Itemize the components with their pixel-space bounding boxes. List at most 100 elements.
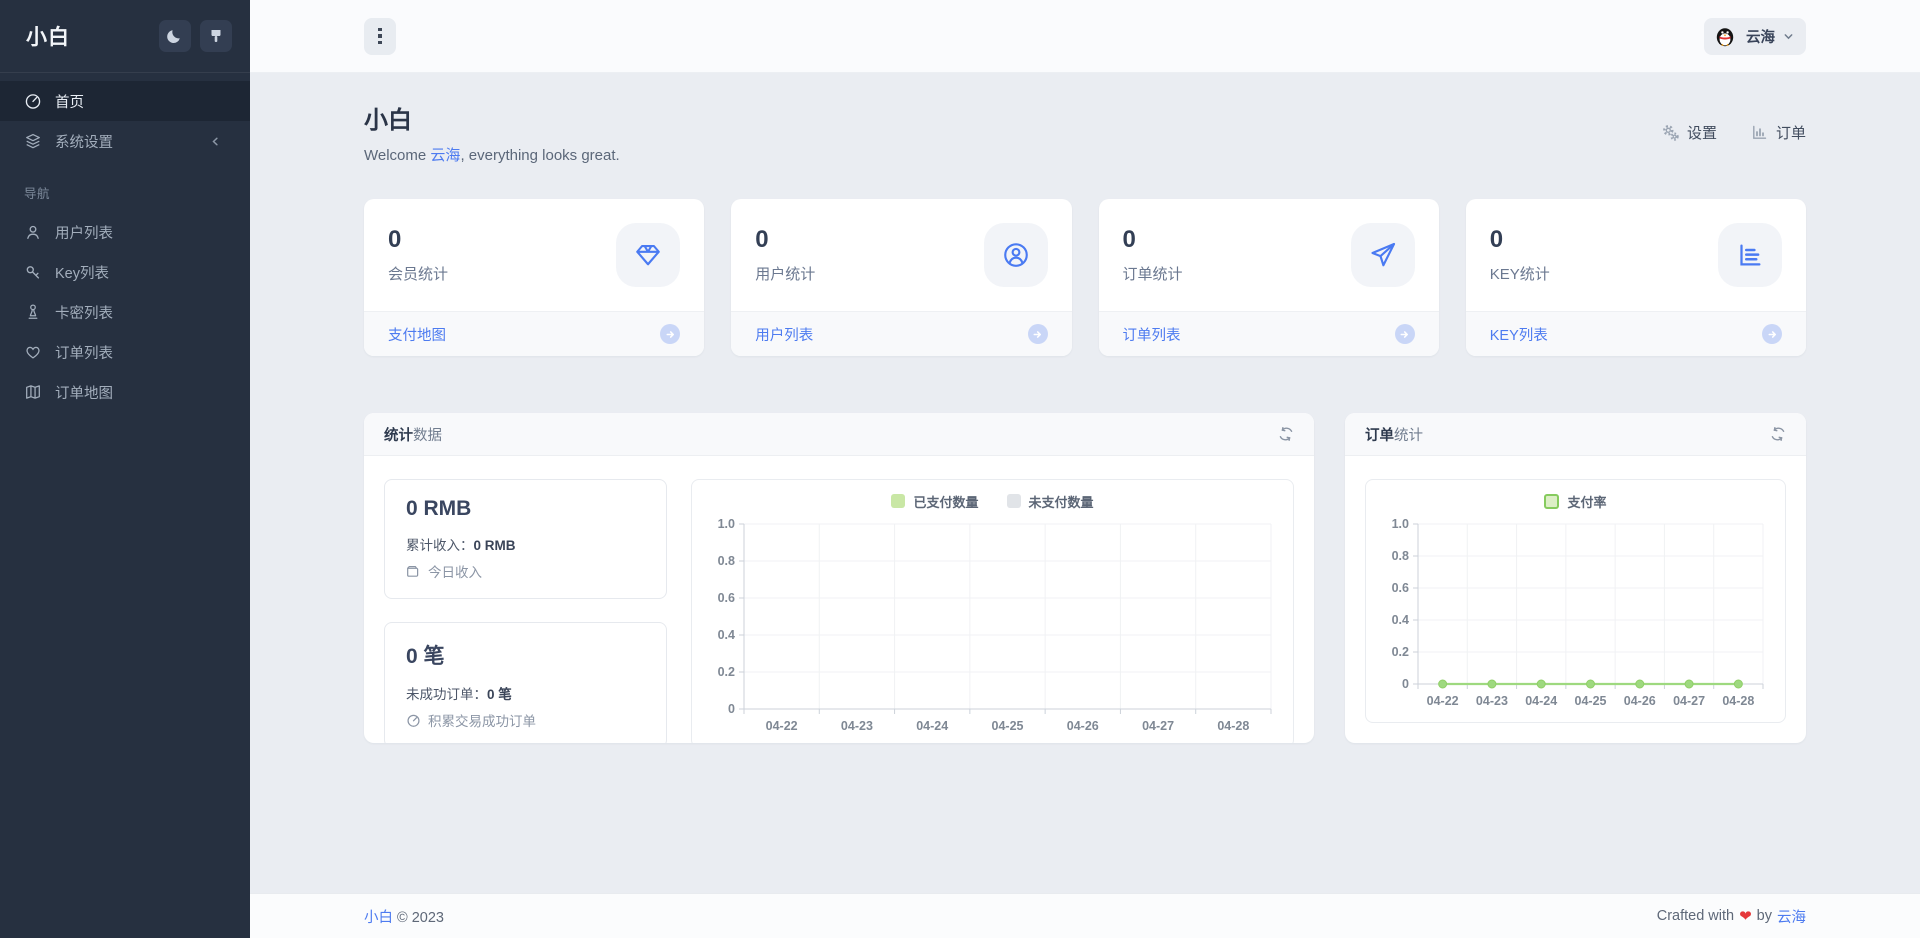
svg-text:1.0: 1.0	[718, 517, 735, 531]
sidebar-item-user-list[interactable]: 用户列表	[0, 212, 250, 252]
kebab-dot	[378, 34, 382, 38]
panel-title-bold: 统计	[384, 428, 413, 444]
hero-section: 小白 Welcome 云海, everything looks great. 设…	[364, 100, 1806, 165]
arrow-right-circle-icon[interactable]	[1028, 324, 1048, 344]
refresh-icon[interactable]	[1770, 426, 1786, 442]
sidebar: 小白 首页 系统设置 导航 用户列表 Key列表	[0, 0, 250, 938]
chart-canvas: 00.20.40.60.81.004-2204-2304-2404-2504-2…	[1374, 516, 1777, 714]
footer-credit: Crafted with ❤ by 云海	[1657, 906, 1806, 927]
mini-stats-column: 0 RMB 累计收入：0 RMB 今日收入 0 笔 未成功订单：0 笔	[384, 479, 667, 743]
kebab-dot	[378, 28, 382, 32]
svg-text:04-23: 04-23	[1476, 694, 1508, 708]
chevron-left-icon	[210, 136, 234, 147]
key-icon	[24, 263, 42, 281]
sidebar-item-home[interactable]: 首页	[0, 81, 250, 121]
stat-card-footer: 支付地图	[364, 311, 704, 356]
income-line: 累计收入：0 RMB	[406, 534, 645, 554]
sidebar-section-label: 导航	[0, 161, 250, 212]
income-line-label: 累计收入：	[406, 538, 474, 553]
sidebar-item-system-settings[interactable]: 系统设置	[0, 121, 250, 161]
chart-legend: 支付率	[1374, 486, 1777, 516]
panel-header: 订单统计	[1345, 413, 1806, 456]
stat-card-link[interactable]: 用户列表	[755, 324, 813, 345]
stats-panel: 统计数据 0 RMB 累计收入：0 RMB 今日收入	[364, 413, 1314, 743]
legend-item-unpaid[interactable]: 未支付数量	[1007, 492, 1094, 511]
legend-label: 未支付数量	[1029, 492, 1094, 511]
bar-chart-icon	[1751, 124, 1768, 141]
sidebar-item-key-list[interactable]: Key列表	[0, 252, 250, 292]
orders-button[interactable]: 订单	[1751, 122, 1806, 143]
panel-title-bold: 订单	[1365, 428, 1394, 444]
orders-panel: 订单统计 支付率 00.20.40.60.81.004-2204-2304-24…	[1345, 413, 1806, 743]
seal-icon	[24, 303, 42, 321]
arrow-right-circle-icon[interactable]	[660, 324, 680, 344]
stat-label: 会员统计	[388, 263, 448, 284]
pay-rate-chart: 支付率 00.20.40.60.81.004-2204-2304-2404-25…	[1365, 479, 1786, 723]
svg-text:04-22: 04-22	[766, 719, 798, 733]
brush-icon	[208, 28, 224, 44]
dark-mode-button[interactable]	[159, 20, 191, 52]
sidebar-item-label: 卡密列表	[55, 302, 113, 323]
stat-cards-row: 0 会员统计 支付地图 0 用户统计	[364, 199, 1806, 356]
sidebar-item-label: 用户列表	[55, 222, 113, 243]
svg-text:04-25: 04-25	[1575, 694, 1607, 708]
stat-card-users: 0 用户统计 用户列表	[731, 199, 1071, 356]
stat-card-link[interactable]: KEY列表	[1490, 324, 1548, 345]
stat-icon-box	[616, 223, 680, 287]
legend-swatch	[1007, 494, 1021, 508]
user-menu-button[interactable]: 云海	[1704, 18, 1806, 55]
legend-label: 支付率	[1567, 492, 1606, 511]
stat-card-body: 0 会员统计	[364, 199, 704, 311]
svg-text:04-26: 04-26	[1624, 694, 1656, 708]
menu-kebab-button[interactable]	[364, 18, 396, 55]
user-icon	[24, 223, 42, 241]
svg-text:1.0: 1.0	[1392, 517, 1409, 531]
svg-text:0.2: 0.2	[718, 665, 735, 679]
orders-sub: 积累交易成功订单	[406, 710, 645, 730]
stat-card-link[interactable]: 支付地图	[388, 324, 446, 345]
svg-text:04-27: 04-27	[1673, 694, 1705, 708]
arrow-right-circle-icon[interactable]	[1395, 324, 1415, 344]
settings-button[interactable]: 设置	[1662, 122, 1717, 143]
sidebar-item-order-list[interactable]: 订单列表	[0, 332, 250, 372]
footer-copy-text: © 2023	[393, 910, 444, 926]
gem-icon	[633, 240, 663, 270]
stat-card-body: 0 KEY统计	[1466, 199, 1806, 311]
heart-icon	[24, 343, 42, 361]
crafted-prefix: Crafted with	[1657, 908, 1734, 924]
paid-unpaid-chart: 已支付数量 未支付数量 00.20.40.60.81.004-2204-2304…	[691, 479, 1294, 743]
panel-title: 订单统计	[1365, 424, 1423, 445]
stat-value: 0	[1490, 226, 1550, 254]
orders-total: 0 笔	[406, 640, 645, 670]
stat-card-link[interactable]: 订单列表	[1123, 324, 1181, 345]
legend-label: 已支付数量	[913, 492, 978, 511]
footer-author-link[interactable]: 云海	[1777, 906, 1806, 927]
sidebar-header: 小白	[0, 0, 250, 73]
arrow-right-circle-icon[interactable]	[1762, 324, 1782, 344]
footer: 小白 © 2023 Crafted with ❤ by 云海	[250, 893, 1920, 938]
svg-text:0.6: 0.6	[1392, 581, 1409, 595]
orders-line-label: 未成功订单：	[406, 687, 487, 702]
stat-card-members: 0 会员统计 支付地图	[364, 199, 704, 356]
income-box: 0 RMB 累计收入：0 RMB 今日收入	[384, 479, 667, 599]
legend-item-paid[interactable]: 已支付数量	[891, 492, 978, 511]
wallet-icon	[406, 564, 421, 579]
refresh-icon[interactable]	[1278, 426, 1294, 442]
send-icon	[1368, 240, 1398, 270]
gauge-small-icon	[406, 713, 421, 728]
orders-line: 未成功订单：0 笔	[406, 683, 645, 703]
legend-swatch	[1544, 494, 1559, 509]
footer-brand-link[interactable]: 小白	[364, 910, 393, 926]
theme-brush-button[interactable]	[200, 20, 232, 52]
welcome-user-link[interactable]: 云海	[430, 147, 460, 164]
sidebar-item-card-key-list[interactable]: 卡密列表	[0, 292, 250, 332]
sidebar-item-label: 首页	[55, 91, 84, 112]
legend-item-pay-rate[interactable]: 支付率	[1544, 492, 1606, 511]
gauge-icon	[24, 92, 42, 110]
legend-swatch	[891, 494, 905, 508]
sidebar-item-order-map[interactable]: 订单地图	[0, 372, 250, 412]
stat-label: 用户统计	[755, 263, 815, 284]
failed-orders-box: 0 笔 未成功订单：0 笔 积累交易成功订单	[384, 622, 667, 743]
svg-text:04-24: 04-24	[916, 719, 948, 733]
chart-canvas: 00.20.40.60.81.004-2204-2304-2404-2504-2…	[700, 516, 1285, 739]
